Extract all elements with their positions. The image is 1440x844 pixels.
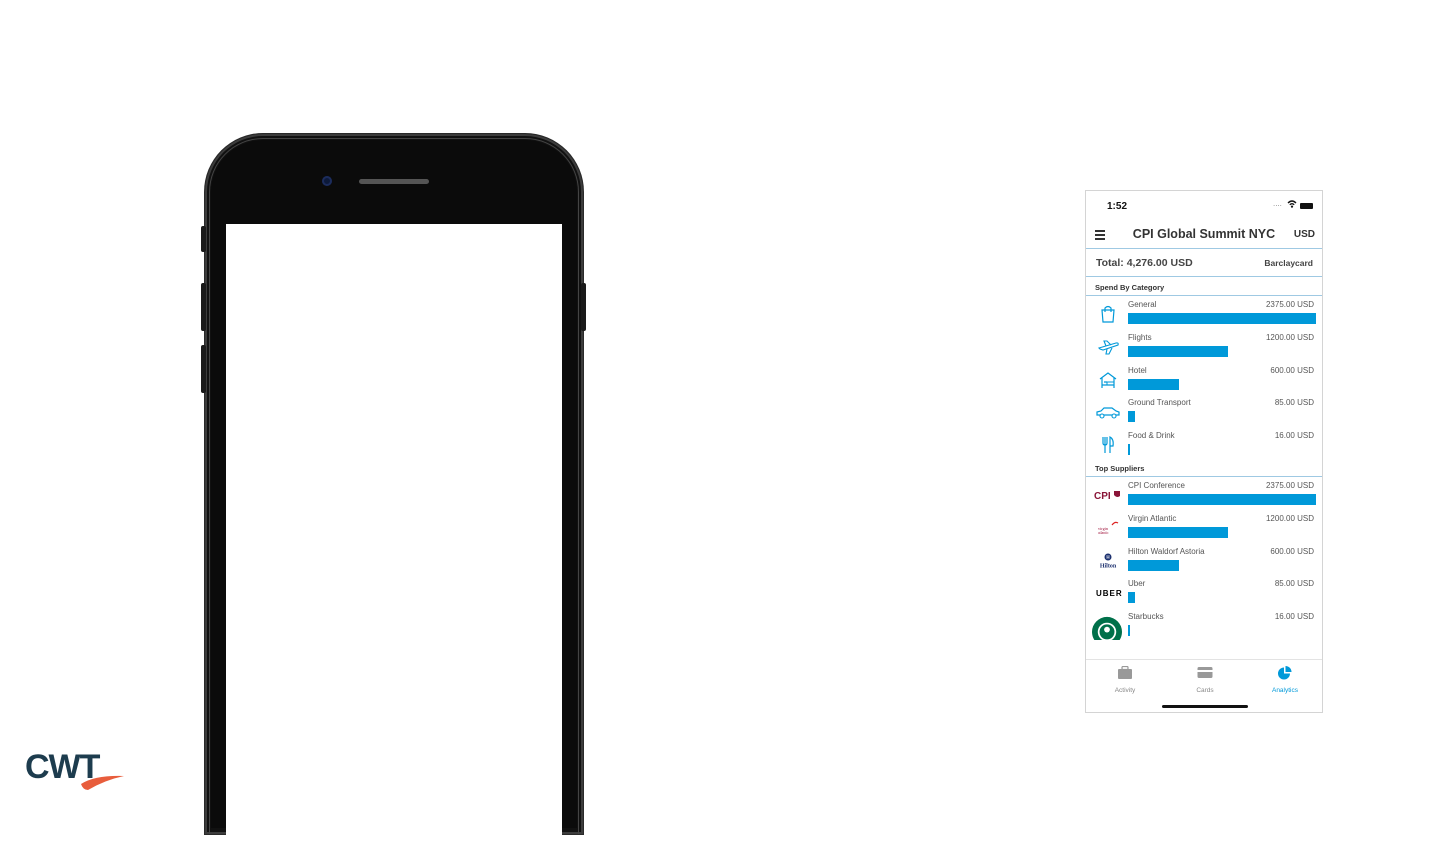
front-camera: [322, 176, 332, 186]
svg-text:UBER: UBER: [1096, 589, 1123, 598]
volume-up-button: [201, 283, 206, 331]
briefcase-icon: [1118, 665, 1132, 679]
supplier-bar: [1128, 625, 1130, 637]
uber-logo: UBER: [1096, 589, 1123, 598]
svg-text:Hilton: Hilton: [1100, 563, 1117, 569]
supplier-row[interactable]: CPI CPI Conference 2375.00 USD: [1086, 477, 1322, 510]
supplier-label: Starbucks: [1128, 612, 1164, 622]
supplier-label: Virgin Atlantic: [1128, 513, 1177, 523]
supplier-bar: [1128, 559, 1179, 571]
supplier-bar: [1128, 592, 1135, 604]
category-row[interactable]: General 2375.00 USD: [1086, 296, 1322, 329]
supplier-bar: [1128, 526, 1228, 538]
tab-activity[interactable]: Activity: [1095, 665, 1155, 694]
tab-analytics[interactable]: Analytics: [1255, 666, 1315, 694]
cpi-logo: CPI: [1094, 490, 1120, 502]
supplier-amount: 2375.00 USD: [1265, 480, 1314, 490]
battery-icon: [1300, 203, 1313, 209]
category-row[interactable]: Food & Drink 16.00 USD: [1086, 427, 1322, 460]
airplane-icon: [1097, 340, 1119, 355]
category-amount: 1200.00 USD: [1265, 332, 1314, 342]
supplier-label: Hilton Waldorf Astoria: [1128, 546, 1205, 556]
category-amount: 85.00 USD: [1274, 398, 1314, 408]
hotel-bed-icon: [1099, 371, 1117, 388]
category-label: Ground Transport: [1128, 398, 1191, 408]
tab-cards[interactable]: Cards: [1175, 666, 1235, 694]
shopping-bag-icon: [1101, 305, 1115, 323]
total-amount: Total: 4,276.00 USD: [1096, 257, 1193, 269]
power-button: [581, 283, 586, 331]
section-title: Top Suppliers: [1095, 463, 1145, 473]
currency-selector[interactable]: USD: [1294, 229, 1315, 240]
supplier-row[interactable]: virgin atlantic Virgin Atlantic 1200.00 …: [1086, 510, 1322, 543]
virgin-atlantic-logo: virgin atlantic: [1098, 521, 1119, 535]
page-title: CPI Global Summit NYC: [1132, 227, 1276, 241]
svg-text:CPI: CPI: [1094, 491, 1111, 502]
status-time: 1:52: [1107, 201, 1128, 212]
signal-icon: ....: [1273, 199, 1282, 208]
tab-label: Analytics: [1271, 687, 1298, 694]
category-row[interactable]: Ground Transport 85.00 USD: [1086, 394, 1322, 427]
category-label: Food & Drink: [1128, 431, 1175, 441]
section-title: Spend By Category: [1095, 283, 1165, 292]
category-bar: [1128, 313, 1316, 324]
status-bar: 1:52 ....: [1086, 191, 1322, 221]
supplier-label: CPI Conference: [1128, 480, 1185, 490]
category-row[interactable]: Flights 1200.00 USD: [1086, 329, 1322, 362]
category-label: Hotel: [1128, 365, 1147, 375]
category-label: Flights: [1128, 332, 1152, 342]
section-header-suppliers: Top Suppliers: [1086, 458, 1322, 477]
card-name[interactable]: Barclaycard: [1264, 258, 1313, 268]
tab-label: Cards: [1196, 687, 1214, 694]
earpiece-speaker: [359, 179, 429, 184]
cwt-logo: CWT: [25, 748, 124, 790]
svg-text:H: H: [1106, 554, 1110, 559]
category-bar: [1128, 411, 1135, 423]
total-summary: Total: 4,276.00 USD Barclaycard: [1086, 249, 1322, 277]
supplier-amount: 85.00 USD: [1274, 579, 1314, 589]
supplier-row[interactable]: Starbucks 16.00 USD: [1086, 608, 1322, 641]
car-icon: [1096, 407, 1120, 419]
credit-card-icon: [1197, 667, 1213, 678]
pie-chart-icon: [1278, 666, 1292, 680]
volume-down-button: [201, 345, 206, 393]
category-label: General: [1128, 300, 1157, 309]
phone-screen: [226, 224, 562, 844]
app-screenshot: 1:52 .... CPI Global Summit NYC USD Tota…: [1085, 190, 1323, 713]
home-indicator[interactable]: [1162, 705, 1248, 708]
category-bar: [1128, 378, 1179, 390]
supplier-label: Uber: [1128, 579, 1146, 589]
supplier-amount: 600.00 USD: [1270, 546, 1314, 556]
supplier-row[interactable]: H Hilton Hilton Waldorf Astoria 600.00 U…: [1086, 543, 1322, 576]
hilton-logo: H Hilton: [1100, 553, 1117, 569]
nav-bar: CPI Global Summit NYC USD: [1086, 221, 1322, 249]
category-bar: [1128, 444, 1130, 456]
category-bar: [1128, 345, 1228, 357]
starbucks-logo: [1092, 617, 1122, 641]
category-amount: 16.00 USD: [1274, 431, 1314, 441]
category-amount: 600.00 USD: [1270, 365, 1314, 375]
category-amount: 2375.00 USD: [1265, 300, 1314, 309]
supplier-bar: [1128, 493, 1316, 505]
wifi-icon: [1287, 200, 1297, 208]
mute-switch: [201, 226, 206, 252]
phone-mockup: [205, 134, 583, 844]
supplier-row[interactable]: UBER Uber 85.00 USD: [1086, 575, 1322, 608]
svg-text:atlantic: atlantic: [1098, 531, 1109, 535]
fork-knife-icon: [1102, 436, 1114, 454]
supplier-amount: 1200.00 USD: [1265, 513, 1314, 523]
supplier-amount: 16.00 USD: [1274, 612, 1314, 622]
tab-label: Activity: [1114, 687, 1136, 694]
section-header-category: Spend By Category: [1086, 277, 1322, 296]
category-row[interactable]: Hotel 600.00 USD: [1086, 362, 1322, 395]
